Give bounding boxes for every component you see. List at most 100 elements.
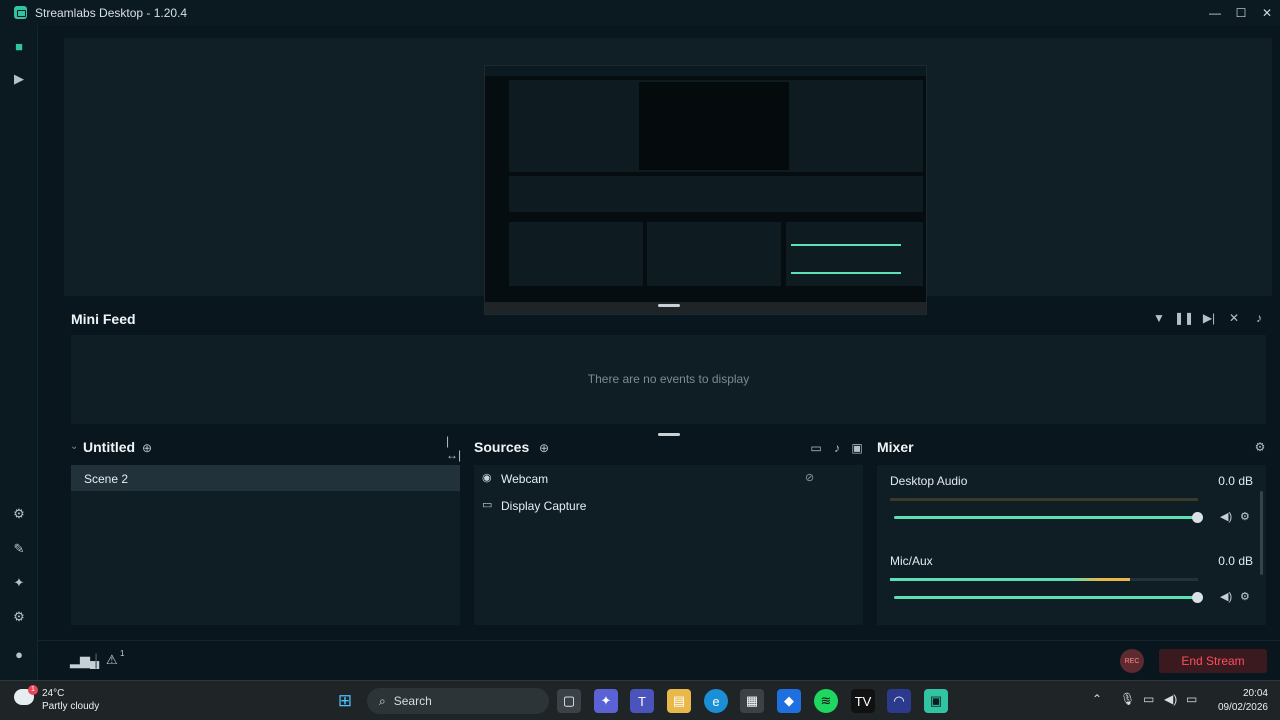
add-source-icon[interactable]: ⊕ [536, 440, 552, 456]
source-item-label: Display Capture [501, 499, 587, 513]
volume-meter [890, 578, 1198, 581]
preview-resize-handle[interactable] [658, 304, 680, 307]
volume-meter [890, 498, 1198, 501]
dropbox-icon[interactable]: ◆ [777, 689, 801, 713]
skip-icon[interactable]: ▶| [1201, 310, 1217, 326]
sources-panel: ◉ Webcam ⊘ ▭ Display Capture [474, 465, 863, 625]
streamlabs-logo-icon [14, 6, 27, 19]
tray-chevron-icon[interactable]: ⌃ [1092, 692, 1102, 706]
close-button[interactable]: ✕ [1254, 0, 1280, 25]
volume-fader[interactable] [894, 516, 1198, 519]
sparkle-icon[interactable]: ✦ [10, 574, 28, 592]
monitor-icon: ▭ [482, 499, 493, 511]
scenes-panel: Scene 2 [71, 465, 460, 625]
play-icon[interactable]: ▶ [10, 70, 28, 88]
copilot-icon[interactable]: ✦ [594, 689, 618, 713]
alert-count: 1 [120, 649, 125, 658]
fader-knob[interactable] [1192, 592, 1203, 603]
mute-icon[interactable]: ◀) [1220, 510, 1232, 523]
preview-thumbnail [485, 66, 926, 314]
teams-icon[interactable]: T [630, 689, 654, 713]
file-explorer-icon[interactable]: ▤ [667, 689, 691, 713]
channel-name: Desktop Audio [890, 474, 968, 488]
weather-widget[interactable]: 1 24°C Partly cloudy [14, 685, 100, 713]
weather-temp: 24°C [42, 688, 65, 699]
source-audio-icon[interactable]: ♪ [829, 440, 845, 456]
profile-icon[interactable]: ● [10, 645, 28, 663]
maximize-button[interactable]: ☐ [1228, 0, 1254, 25]
bottom-bar: ▂▆▄ | ⚠ 1 REC End Stream [38, 640, 1280, 680]
streamlabs-taskbar-icon[interactable]: ▣ [924, 689, 948, 713]
channel-db: 0.0 dB [1218, 474, 1253, 488]
mixer-panel: Desktop Audio 0.0 dB ◀) ⚙ Mic/Aux 0.0 dB… [877, 465, 1266, 625]
minimize-button[interactable]: — [1202, 0, 1228, 25]
volume-icon[interactable]: ♪ [1251, 310, 1267, 326]
main-area: Mini Feed ▼ ❚❚ ▶| ✕ ♪ There are no event… [38, 25, 1280, 680]
mixer-scrollbar[interactable] [1260, 491, 1263, 575]
volume-fader[interactable] [894, 596, 1198, 599]
scene-collection-title[interactable]: Untitled [83, 439, 135, 455]
tradingview-icon[interactable]: TV [851, 689, 875, 713]
window-controls: — ☐ ✕ [1202, 0, 1280, 25]
add-folder-icon[interactable]: ▣ [849, 440, 865, 456]
search-label: Search [393, 694, 432, 708]
meter-level [890, 578, 1130, 581]
alert-icon[interactable]: ⚠ [106, 652, 118, 668]
search-icon: ⌕ [379, 693, 386, 708]
webcam-icon: ◉ [482, 472, 492, 484]
filter-icon[interactable]: ▼ [1151, 310, 1167, 326]
app-icon[interactable]: ◠ [887, 689, 911, 713]
battery-icon[interactable]: ▭ [1186, 692, 1197, 706]
windows-taskbar: 1 24°C Partly cloudy ⊞ ⌕ Search ▢ ✦ T ▤ … [0, 680, 1280, 720]
record-button[interactable]: REC [1120, 649, 1144, 673]
spotify-icon[interactable]: ≋ [814, 689, 838, 713]
collection-chevron-icon[interactable]: ⌄ [70, 441, 78, 452]
scene-item-label: Scene 2 [84, 472, 129, 486]
mute-alerts-icon[interactable]: ✕ [1226, 310, 1242, 326]
fader-knob[interactable] [1192, 512, 1203, 523]
apps-icon[interactable]: ⚙ [10, 505, 28, 523]
mute-icon[interactable]: ◀) [1220, 590, 1232, 603]
source-item-label: Webcam [501, 472, 549, 486]
title-bar: Streamlabs Desktop - 1.20.4 — ☐ ✕ [0, 0, 1280, 25]
clock-date: 09/02/2026 [1217, 702, 1268, 713]
taskbar-search[interactable]: ⌕ Search [367, 688, 549, 714]
sources-title: Sources [474, 439, 530, 455]
clock-time: 20:04 [1242, 688, 1268, 699]
scene-item[interactable]: Scene 2 [71, 465, 460, 491]
channel-settings-icon[interactable]: ⚙ [1240, 590, 1250, 603]
scene-transition-icon[interactable]: |↔| [446, 434, 462, 462]
clock[interactable]: 20:04 09/02/2026 [1218, 687, 1268, 715]
settings-icon[interactable]: ⚙ [10, 608, 28, 626]
speaker-icon[interactable]: ◀) [1164, 692, 1177, 706]
microphone-icon[interactable]: 🎙 [1120, 692, 1135, 706]
task-view-icon[interactable]: ▢ [557, 689, 581, 713]
no-events-text: There are no events to display [587, 372, 750, 386]
window-title: Streamlabs Desktop - 1.20.4 [35, 5, 188, 20]
store-icon[interactable]: ▦ [740, 689, 764, 713]
source-item-webcam[interactable]: ◉ Webcam ⊘ [474, 465, 863, 491]
source-display-icon[interactable]: ▭ [808, 440, 824, 456]
end-stream-button[interactable]: End Stream [1159, 649, 1267, 673]
weather-desc: Partly cloudy [42, 701, 100, 712]
mixer-title: Mixer [877, 439, 914, 455]
edge-icon[interactable]: e [704, 689, 728, 713]
weather-badge: 1 [28, 685, 38, 695]
feed-resize-handle[interactable] [658, 433, 680, 436]
windows-start-icon[interactable]: ⊞ [333, 689, 357, 713]
channel-name: Mic/Aux [890, 554, 933, 568]
mini-feed-panel: There are no events to display [71, 335, 1266, 424]
divider: | [94, 652, 99, 669]
channel-db: 0.0 dB [1218, 554, 1253, 568]
add-scene-icon[interactable]: ⊕ [139, 440, 155, 456]
themes-icon[interactable]: ✎ [10, 540, 28, 558]
stream-preview[interactable] [484, 65, 927, 315]
network-icon[interactable]: ▭ [1143, 692, 1154, 706]
pause-icon[interactable]: ❚❚ [1174, 310, 1194, 326]
visibility-hidden-icon[interactable]: ⊘ [805, 471, 814, 484]
source-item-display-capture[interactable]: ▭ Display Capture [474, 492, 863, 518]
editor-icon[interactable]: ■ [10, 37, 28, 55]
mixer-settings-icon[interactable]: ⚙ [1252, 439, 1268, 455]
channel-settings-icon[interactable]: ⚙ [1240, 510, 1250, 523]
mini-feed-title: Mini Feed [71, 311, 136, 327]
